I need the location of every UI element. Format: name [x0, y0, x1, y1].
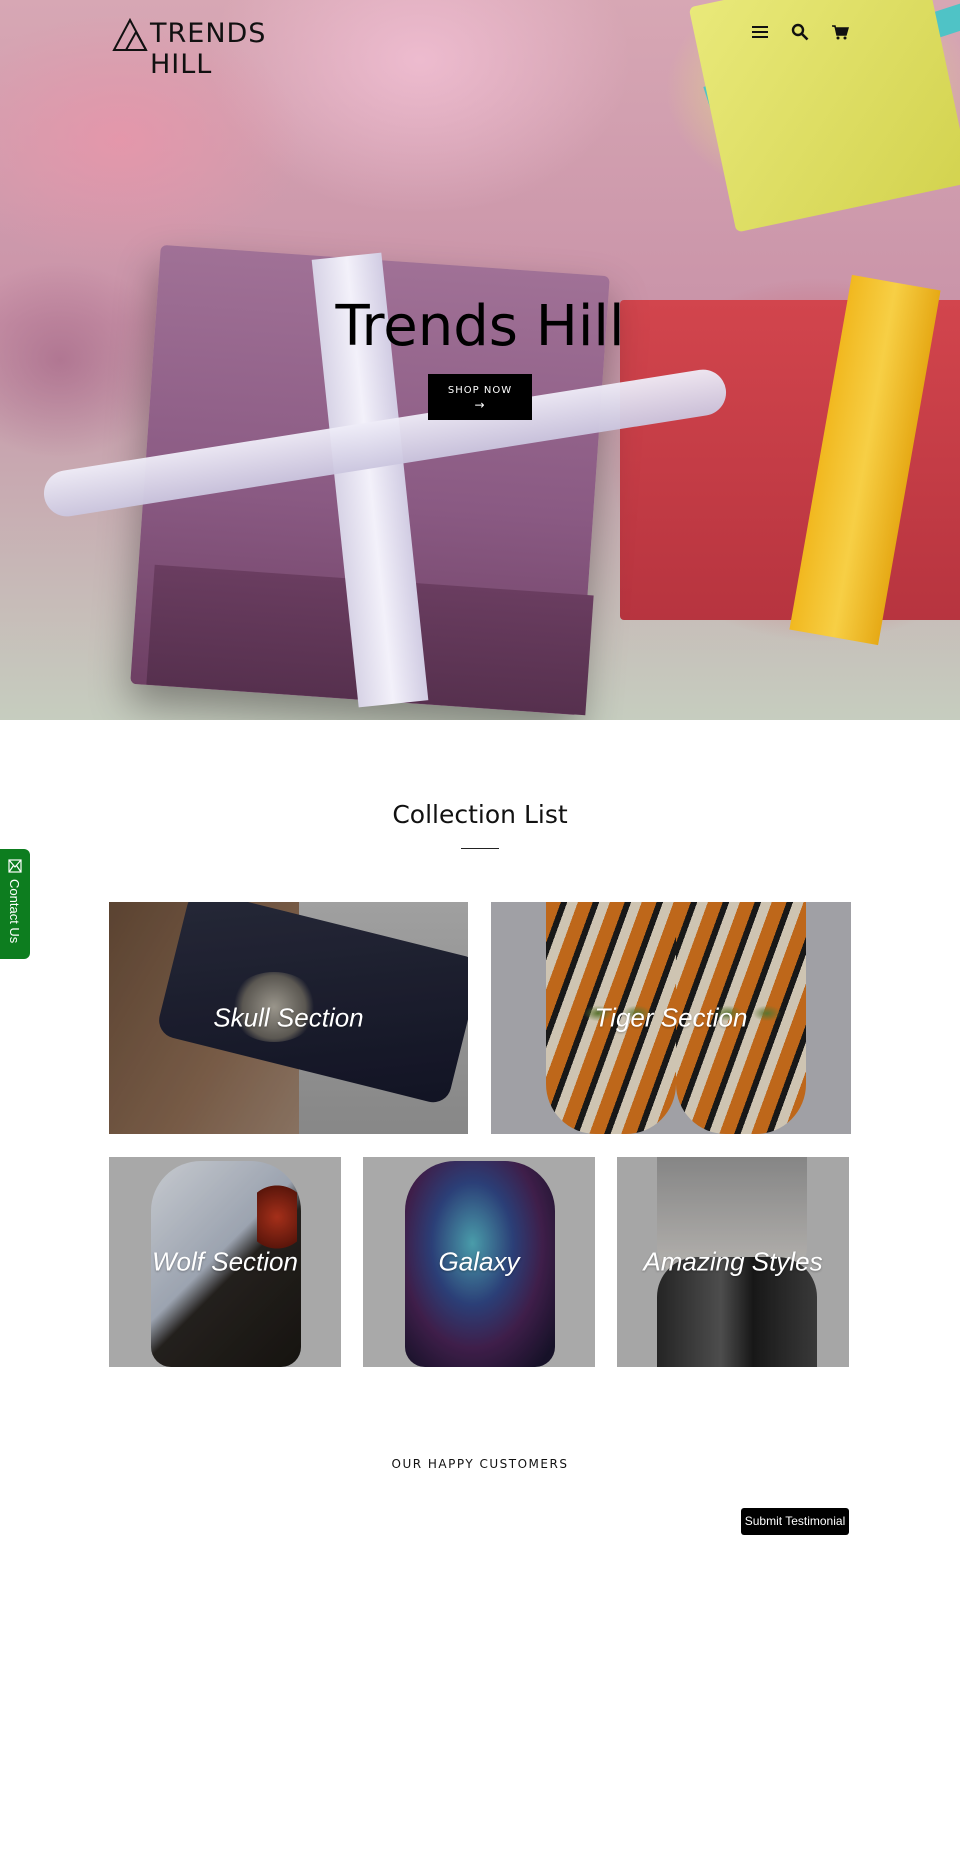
- shop-now-button[interactable]: SHOP NOW →: [428, 374, 532, 420]
- title-divider: [461, 848, 499, 849]
- collection-tile-skull[interactable]: Skull Section: [109, 902, 468, 1134]
- logo-text: TRENDS HILL: [150, 18, 267, 80]
- shop-now-label: SHOP NOW: [447, 385, 513, 396]
- arrow-right-icon: →: [474, 398, 486, 412]
- hero-title: Trends Hill: [335, 294, 625, 359]
- menu-icon[interactable]: [750, 22, 770, 42]
- contact-us-tab[interactable]: Contact Us: [0, 849, 30, 959]
- site-logo[interactable]: TRENDS HILL: [112, 14, 332, 80]
- collection-tile-galaxy[interactable]: Galaxy: [363, 1157, 595, 1367]
- collection-tile-label: Galaxy: [438, 1246, 520, 1277]
- collection-tile-label: Tiger Section: [594, 1002, 748, 1033]
- envelope-icon: [8, 859, 22, 873]
- search-icon[interactable]: [790, 22, 810, 42]
- collection-tile-wolf[interactable]: Wolf Section: [109, 1157, 341, 1367]
- collection-tile-label: Amazing Styles: [643, 1246, 823, 1277]
- cart-icon[interactable]: [830, 22, 850, 42]
- collection-list-title: Collection List: [392, 800, 568, 829]
- hero-banner: TRENDS HILL Trends Hill SHOP NOW →: [0, 0, 960, 720]
- contact-us-label: Contact Us: [7, 879, 22, 944]
- submit-testimonial-button[interactable]: Submit Testimonial: [741, 1508, 849, 1535]
- collection-tile-label: Skull Section: [213, 1002, 364, 1033]
- header-icons: [750, 22, 850, 42]
- collection-tile-tiger[interactable]: Tiger Section: [491, 902, 851, 1134]
- collection-tile-amazing-styles[interactable]: Amazing Styles: [617, 1157, 849, 1367]
- testimonials-title: OUR HAPPY CUSTOMERS: [391, 1457, 569, 1471]
- collection-tile-label: Wolf Section: [152, 1246, 298, 1277]
